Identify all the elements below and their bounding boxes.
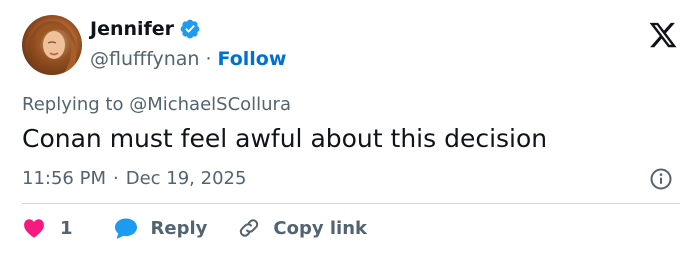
reply-button[interactable]: Reply: [113, 216, 208, 240]
meta-separator: ·: [112, 168, 119, 189]
handle-row: @flufffynan · Follow: [90, 48, 286, 70]
like-count: 1: [60, 217, 73, 239]
tweet-time[interactable]: 11:56 PM: [22, 168, 106, 189]
copy-link-label: Copy link: [273, 217, 367, 239]
copy-link-button[interactable]: Copy link: [237, 216, 367, 240]
reply-label: Reply: [150, 217, 208, 239]
heart-icon: [24, 219, 44, 238]
user-handle[interactable]: @flufffynan: [90, 48, 199, 70]
action-bar: 1 Reply Copy link: [22, 216, 367, 240]
name-row: Jennifer: [90, 18, 201, 40]
follow-button[interactable]: Follow: [217, 48, 286, 70]
tweet-text: Conan must feel awful about this decisio…: [22, 124, 548, 153]
tweet-date[interactable]: Dec 19, 2025: [126, 168, 247, 189]
reply-bubble-icon: [114, 218, 137, 239]
like-button[interactable]: 1: [22, 216, 73, 240]
link-icon: [240, 219, 259, 237]
avatar[interactable]: [22, 15, 82, 75]
replying-to: Replying to @MichaelSCollura: [22, 94, 291, 115]
info-icon[interactable]: [649, 167, 673, 191]
display-name[interactable]: Jennifer: [90, 18, 174, 40]
x-logo-icon[interactable]: [648, 20, 678, 50]
tweet-meta: 11:56 PM · Dec 19, 2025: [22, 168, 246, 189]
tweet-card: Jennifer @flufffynan · Follow Replying t…: [0, 0, 700, 256]
divider: [22, 203, 680, 204]
verified-badge-icon: [179, 18, 201, 40]
separator-dot: ·: [205, 48, 212, 70]
avatar-photo: [28, 21, 77, 75]
replying-to-prefix: Replying to: [22, 94, 130, 115]
mention-link[interactable]: @MichaelSCollura: [129, 94, 291, 115]
